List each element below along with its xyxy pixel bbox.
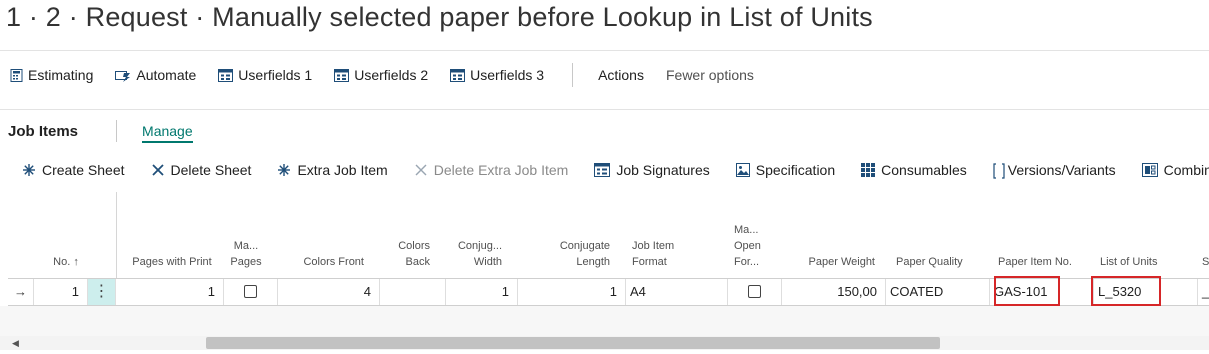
signatures-icon [594,163,611,177]
scroll-left-arrow-icon[interactable]: ◀ [12,338,19,349]
create-sheet-icon [22,163,36,177]
userfields-icon [450,68,466,82]
action-bar: Estimating Automate Userfields 1 Userfie… [0,50,1209,110]
automate-label: Automate [136,67,197,83]
cell-paper-quality[interactable]: COATED [886,279,990,305]
grid-icon [861,163,876,177]
delete-icon [414,163,428,177]
delete-sheet-label: Delete Sheet [170,162,252,178]
userfields-3-button[interactable]: Userfields 3 [450,67,544,83]
extra-job-item-button[interactable]: Extra Job Item [277,162,388,178]
userfields-icon [334,68,350,82]
ma-pages-checkbox[interactable] [244,285,257,298]
column-header-s[interactable]: S [1202,254,1209,270]
scrollbar-thumb[interactable] [206,337,940,349]
combine-icon [1141,163,1158,177]
userfields-1-label: Userfields 1 [238,67,313,83]
highlight-list-of-units [1091,276,1161,306]
consumables-button[interactable]: Consumables [861,162,967,178]
page-title: 1 · 2 · Request · Manually selected pape… [6,2,873,32]
calculator-icon [10,68,23,82]
cell-s[interactable]: _ [1198,279,1209,305]
job-items-actions: Create Sheet Delete Sheet Extra Job Item… [22,158,1209,182]
create-sheet-button[interactable]: Create Sheet [22,162,125,178]
highlight-paper-item-no [994,276,1060,306]
image-icon [735,163,750,177]
job-signatures-label: Job Signatures [616,162,710,178]
cell-conjug-width[interactable]: 1 [446,279,518,305]
actions-menu-button[interactable]: Actions [598,67,644,83]
column-header-list-of-units[interactable]: List of Units [1100,254,1188,270]
cell-job-item-format[interactable]: A4 [626,279,728,305]
action-bar-divider [572,63,574,87]
column-header-colors-back[interactable]: Colors Back [380,238,430,270]
grid-empty-area [0,306,1209,336]
create-sheet-label: Create Sheet [42,162,125,178]
delete-extra-job-item-label: Delete Extra Job Item [433,162,569,178]
ma-open-for-checkbox[interactable] [748,285,761,298]
userfields-2-button[interactable]: Userfields 2 [334,67,428,83]
actions-label: Actions [598,67,644,83]
column-header-colors-front[interactable]: Colors Front [278,254,364,270]
grid-column-divider [116,192,117,278]
combine-label: Combine [1163,162,1209,178]
userfields-icon [218,68,234,82]
column-header-conjugate-length[interactable]: Conjugate Length [528,238,610,270]
column-header-no[interactable]: No. ↑ [36,254,96,270]
column-header-conjug-width[interactable]: Conjug... Width [444,238,502,270]
cell-ma-open-for [728,279,782,305]
estimating-button[interactable]: Estimating [10,67,93,83]
userfields-3-label: Userfields 3 [470,67,545,83]
versions-variants-label: Versions/Variants [1007,162,1116,178]
specification-button[interactable]: Specification [735,162,836,178]
extra-item-icon [277,163,291,177]
cell-ma-pages [224,279,278,305]
cell-colors-front[interactable]: 4 [278,279,380,305]
fewer-options-button[interactable]: Fewer options [666,67,754,83]
column-header-paper-item-no[interactable]: Paper Item No. [998,254,1090,270]
automate-button[interactable]: Automate [115,67,196,83]
column-header-pages-with-print[interactable]: Pages with Print [118,254,226,270]
row-menu-button[interactable]: ⋮ [88,279,116,305]
cell-colors-back[interactable] [380,279,446,305]
estimating-label: Estimating [28,67,94,83]
column-header-paper-quality[interactable]: Paper Quality [896,254,986,270]
part-header-divider [116,120,118,142]
job-signatures-button[interactable]: Job Signatures [594,162,710,178]
specification-label: Specification [755,162,836,178]
cell-no[interactable]: 1 [34,279,88,305]
automate-icon [115,69,131,82]
userfields-1-button[interactable]: Userfields 1 [218,67,312,83]
column-header-job-item-format[interactable]: Job Item Format [632,238,702,270]
extra-job-item-label: Extra Job Item [297,162,388,178]
fewer-options-label: Fewer options [665,67,754,83]
column-header-ma-pages[interactable]: Ma... Pages [224,238,268,270]
userfields-2-label: Userfields 2 [354,67,429,83]
combine-button[interactable]: Combine [1141,162,1209,178]
row-selected-arrow: → [8,279,34,305]
cell-conjugate-length[interactable]: 1 [518,279,626,305]
versions-variants-button[interactable]: Versions/Variants [993,162,1116,179]
horizontal-scrollbar[interactable]: ◀ [0,336,1209,350]
part-title: Job Items [8,122,79,140]
job-items-grid: No. ↑ Pages with Print Ma... Pages Color… [8,192,1209,306]
tab-manage[interactable]: Manage [142,123,193,143]
column-header-ma-open-for[interactable]: Ma... Open For... [734,222,774,270]
cell-paper-weight[interactable]: 150,00 [782,279,886,305]
job-items-part-header: Job Items Manage [8,120,193,143]
delete-sheet-button[interactable]: Delete Sheet [151,162,252,178]
consumables-label: Consumables [881,162,967,178]
brackets-icon [993,163,1005,179]
column-header-paper-weight[interactable]: Paper Weight [786,254,875,270]
delete-extra-job-item-button[interactable]: Delete Extra Job Item [414,162,569,178]
delete-icon [151,163,165,177]
cell-pages-with-print[interactable]: 1 [116,279,224,305]
